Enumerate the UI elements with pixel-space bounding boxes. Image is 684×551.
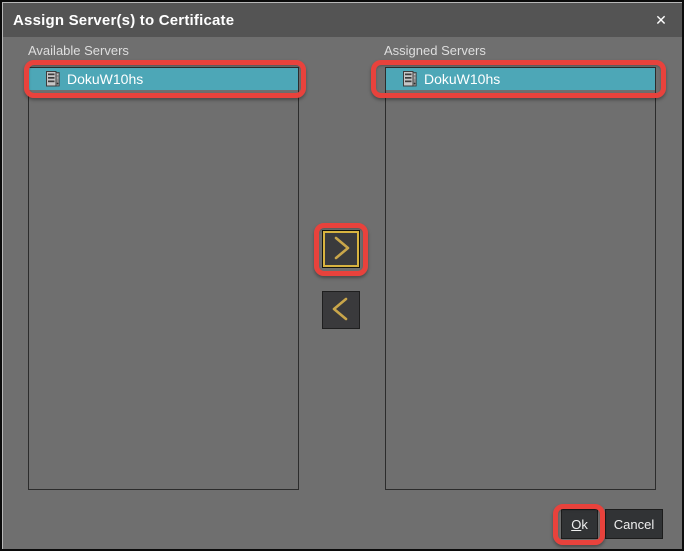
available-servers-label: Available Servers [28, 43, 129, 58]
close-icon[interactable]: ✕ [652, 11, 670, 29]
assigned-servers-label: Assigned Servers [384, 43, 486, 58]
server-item-label: DokuW10hs [424, 71, 500, 87]
ok-button[interactable]: Ok [561, 509, 598, 539]
server-icon [46, 71, 60, 87]
chevron-right-icon [324, 231, 358, 268]
server-icon [403, 71, 417, 87]
available-servers-list[interactable]: DokuW10hs [28, 67, 299, 490]
unassign-button[interactable] [322, 291, 360, 329]
assign-button[interactable] [322, 230, 360, 268]
dialog-title: Assign Server(s) to Certificate [13, 12, 652, 29]
server-item-label: DokuW10hs [67, 71, 143, 87]
assigned-server-item[interactable]: DokuW10hs [386, 68, 655, 90]
cancel-button[interactable]: Cancel [605, 509, 663, 539]
chevron-left-icon [324, 292, 358, 329]
assigned-servers-list[interactable]: DokuW10hs [385, 67, 656, 490]
dialog-titlebar: Assign Server(s) to Certificate ✕ [2, 2, 682, 37]
available-server-item[interactable]: DokuW10hs [29, 68, 298, 90]
assign-servers-dialog: Assign Server(s) to Certificate ✕ Availa… [0, 0, 684, 551]
